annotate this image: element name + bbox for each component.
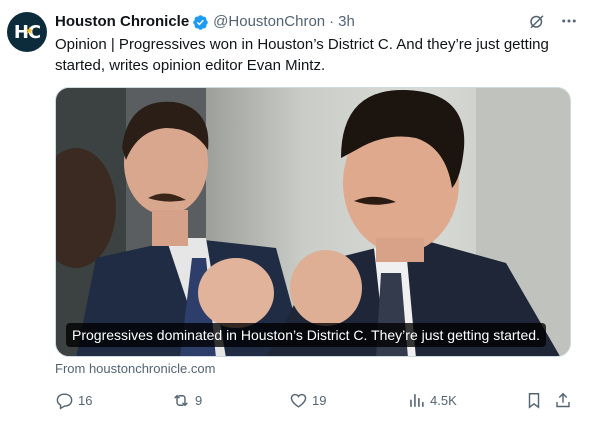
reply-button[interactable]: 16: [55, 390, 92, 410]
repost-icon: [171, 391, 191, 410]
views-count: 4.5K: [430, 392, 457, 408]
reply-icon: [55, 391, 74, 410]
bookmark-button[interactable]: [525, 390, 543, 410]
share-button[interactable]: [554, 390, 572, 410]
star-icon: ★: [25, 26, 34, 37]
repost-button[interactable]: 9: [171, 390, 202, 410]
tweet-text: Opinion | Progressives won in Houston’s …: [55, 36, 549, 74]
grok-icon[interactable]: [528, 12, 546, 30]
like-icon: [289, 391, 308, 410]
link-card-image[interactable]: Progressives dominated in Houston’s Dist…: [55, 87, 571, 357]
photo-illustration: [56, 88, 570, 356]
tweet-header: Houston Chronicle @HoustonChron · 3h: [55, 12, 578, 32]
timestamp[interactable]: 3h: [338, 12, 355, 32]
handle[interactable]: @HoustonChron: [213, 12, 325, 32]
share-icon: [554, 391, 572, 410]
reply-count: 16: [78, 392, 93, 408]
display-name[interactable]: Houston Chronicle: [55, 12, 189, 32]
separator-dot: ·: [329, 13, 335, 30]
more-icon[interactable]: [560, 12, 578, 30]
image-caption: Progressives dominated in Houston’s Dist…: [66, 323, 546, 347]
like-count: 19: [312, 392, 327, 408]
action-bar: 16 9 19 4.5K: [55, 390, 575, 410]
views-icon: [407, 391, 426, 410]
avatar[interactable]: HC ★: [7, 12, 47, 52]
repost-count: 9: [195, 392, 203, 408]
verified-badge-icon[interactable]: [192, 14, 209, 31]
card-source[interactable]: From houstonchronicle.com: [55, 361, 215, 376]
bookmark-icon: [525, 391, 543, 410]
like-button[interactable]: 19: [289, 390, 326, 410]
views-button[interactable]: 4.5K: [407, 390, 457, 410]
